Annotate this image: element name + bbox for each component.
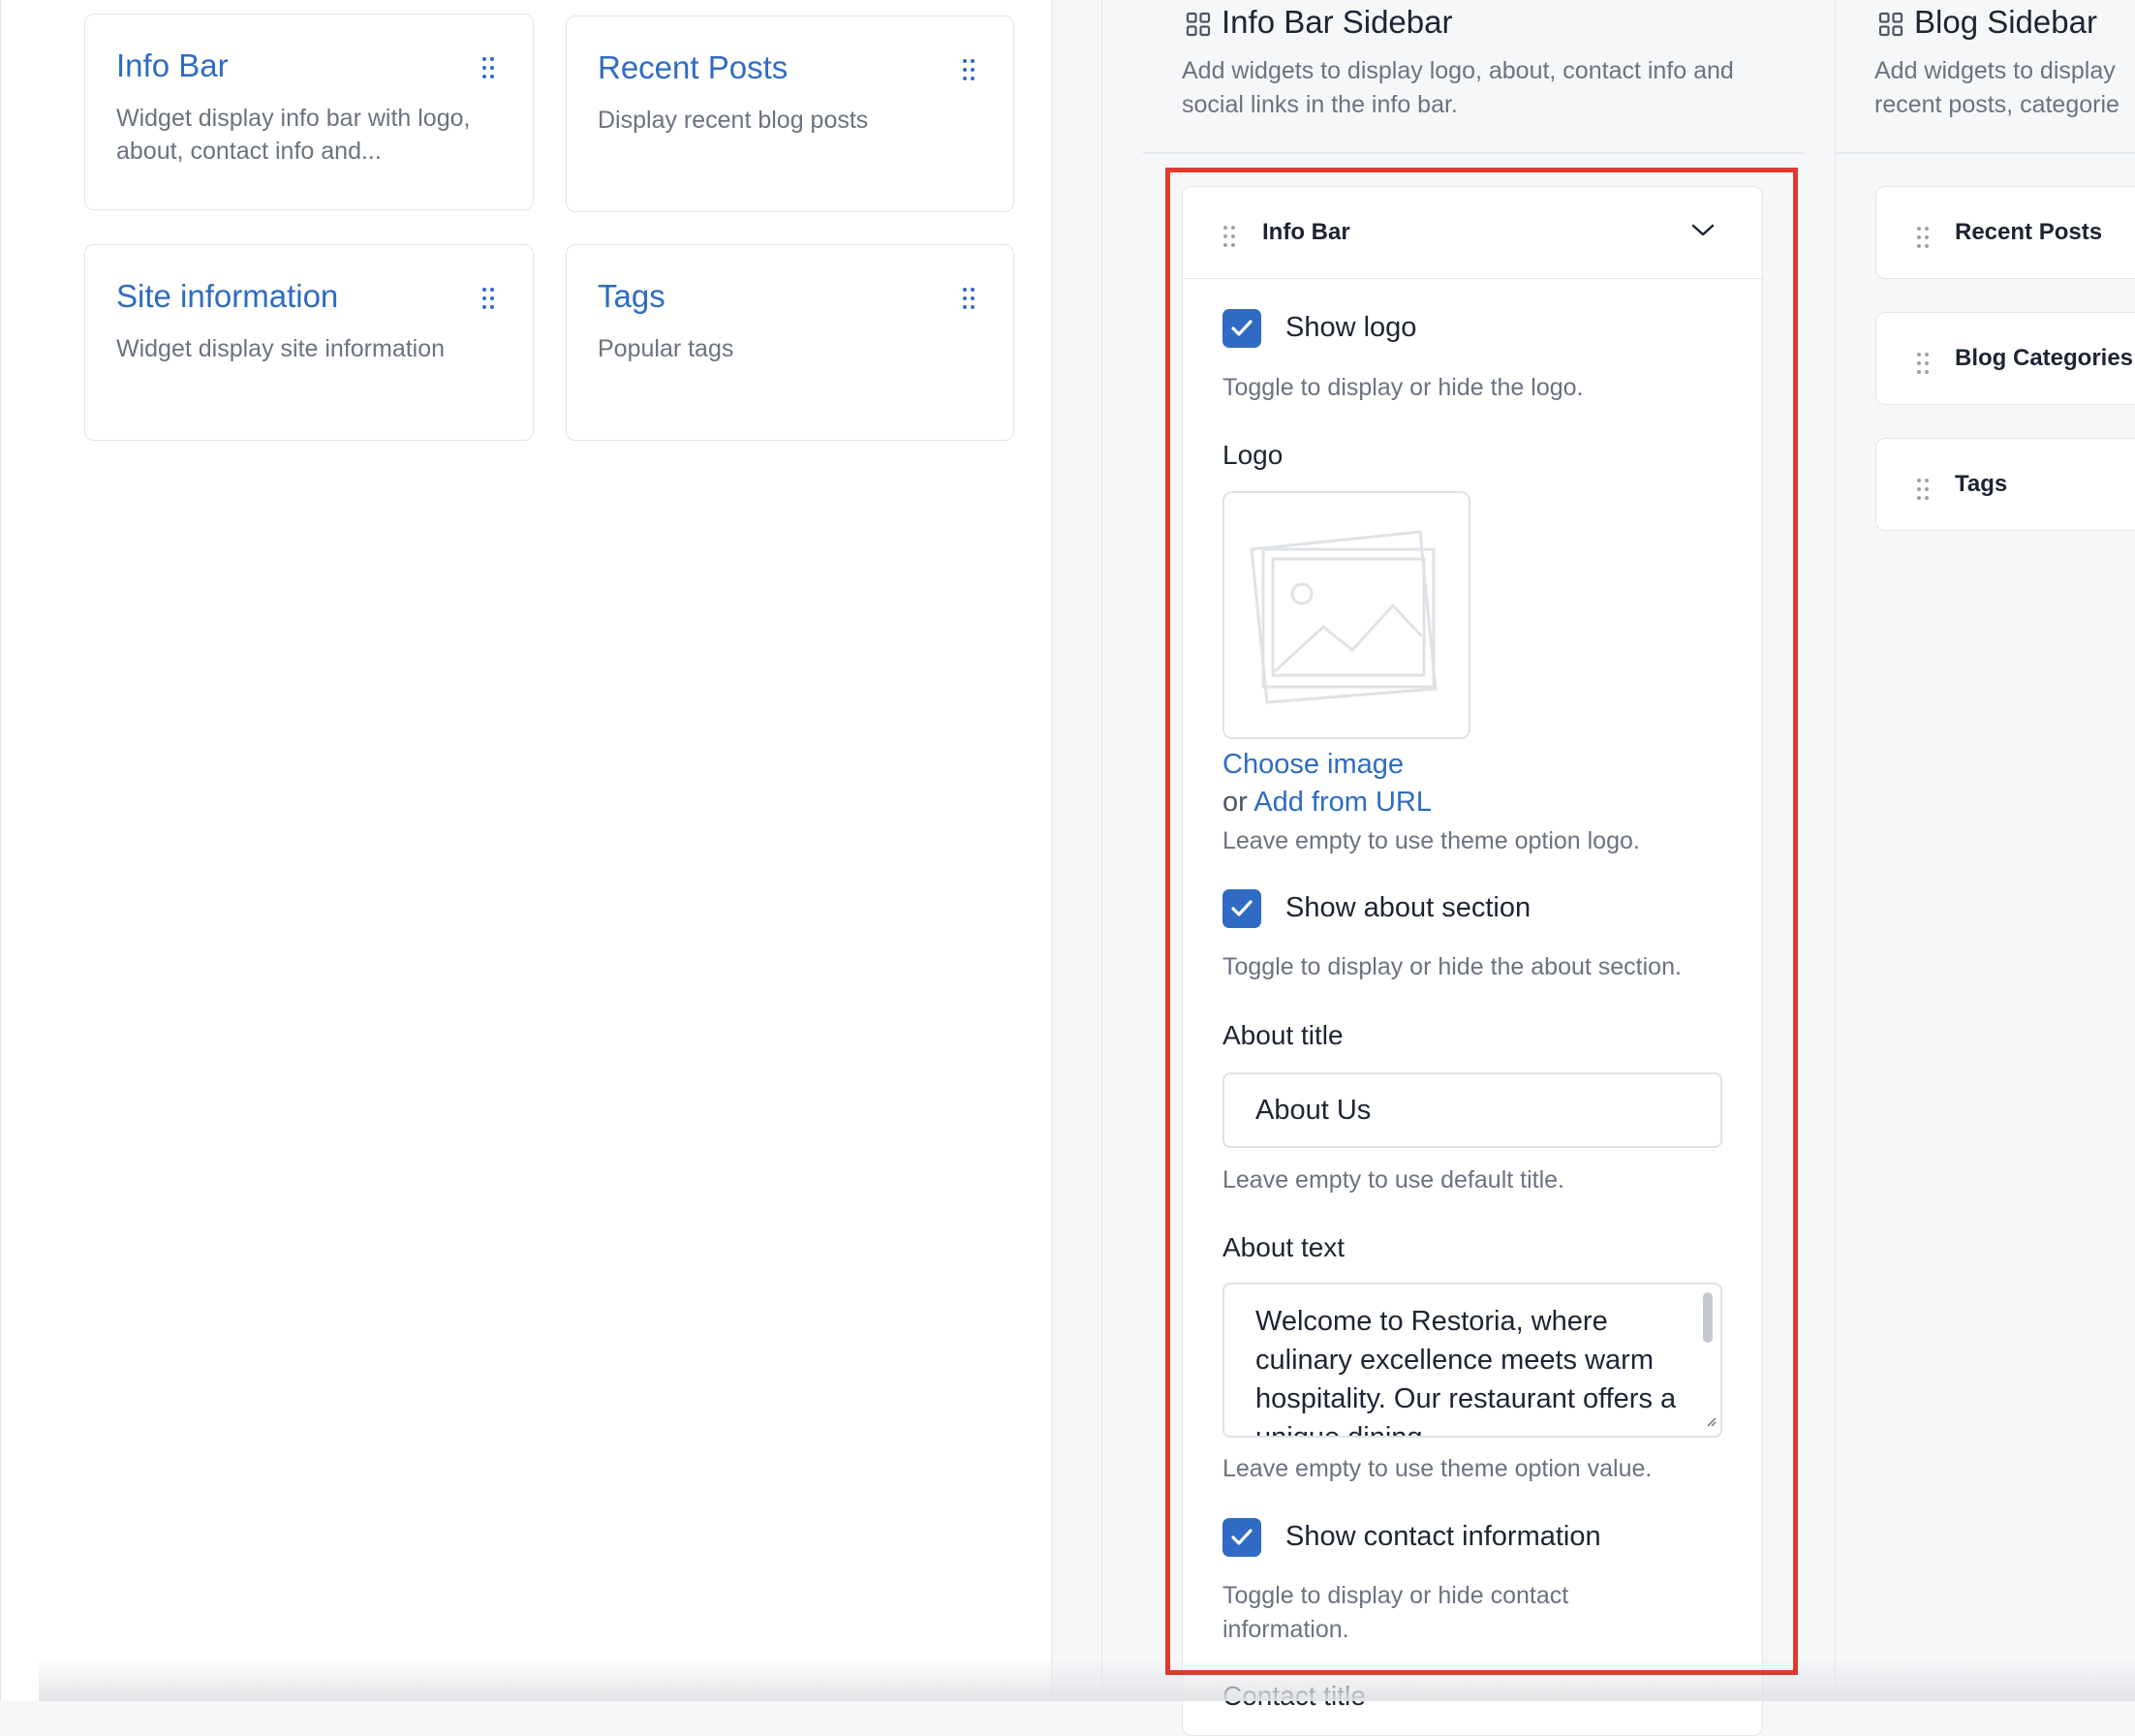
sidebar-title: Info Bar Sidebar (1222, 4, 1453, 40)
resize-handle-icon[interactable] (1705, 1414, 1717, 1432)
bottom-shadow (39, 1658, 2135, 1701)
or-text: or (1222, 787, 1248, 818)
about-text-value: Welcome to Restoria, where culinary exce… (1255, 1306, 1677, 1438)
about-title-label: About title (1222, 1020, 1344, 1050)
chevron-down-icon[interactable] (1691, 224, 1715, 242)
show-logo-checkbox[interactable] (1222, 309, 1261, 348)
show-contact-hint: Toggle to display or hide contact inform… (1222, 1582, 1569, 1643)
widget-card-description: Display recent blog posts (598, 107, 869, 134)
about-title-hint: Leave empty to use default title. (1222, 1166, 1564, 1194)
blog-widget-tags[interactable]: Tags (1875, 438, 2135, 531)
blog-widget-recent-posts[interactable]: Recent Posts (1875, 186, 2135, 279)
available-widgets-panel: Info Bar Widget display info bar with lo… (0, 0, 1052, 1701)
widget-card-description: Widget display info bar with logo, about… (116, 105, 471, 165)
show-about-checkbox[interactable] (1222, 889, 1261, 928)
drag-handle-icon[interactable] (963, 59, 975, 80)
about-text-hint: Leave empty to use theme option value. (1222, 1455, 1653, 1482)
widget-area-icon (1186, 12, 1211, 42)
widget-card-info-bar[interactable]: Info Bar Widget display info bar with lo… (84, 14, 534, 210)
sidebar-description: Add widgets to display logo, about, cont… (1182, 57, 1734, 118)
widget-card-title: Recent Posts (598, 49, 789, 85)
logo-label: Logo (1222, 440, 1284, 470)
blog-widget-title: Tags (1955, 471, 2008, 497)
divider (1143, 152, 1804, 154)
show-contact-checkbox[interactable] (1222, 1518, 1261, 1557)
drag-handle-icon[interactable] (1917, 227, 1929, 248)
logo-hint: Leave empty to use theme option logo. (1222, 827, 1640, 854)
drag-handle-icon[interactable] (482, 288, 494, 309)
about-title-input[interactable]: About Us (1222, 1072, 1722, 1148)
logo-image-preview[interactable] (1222, 491, 1470, 739)
widget-card-title: Info Bar (116, 47, 229, 83)
widget-panel-title: Info Bar (1262, 219, 1350, 245)
show-logo-label[interactable]: Show logo (1285, 312, 1416, 344)
widget-card-tags[interactable]: Tags Popular tags (566, 244, 1014, 441)
blog-widget-title: Blog Categories (1955, 345, 2134, 371)
drag-handle-icon[interactable] (1917, 353, 1929, 374)
sidebar-title: Blog Sidebar (1914, 4, 2097, 40)
choose-image-link[interactable]: Choose image (1222, 749, 1404, 781)
checkmark-icon (1231, 1529, 1253, 1545)
widget-card-title: Tags (598, 278, 665, 314)
checkmark-icon (1231, 900, 1253, 916)
blog-widget-blog-categories[interactable]: Blog Categories (1875, 312, 2135, 405)
about-text-textarea[interactable]: Welcome to Restoria, where culinary exce… (1222, 1283, 1722, 1438)
drag-handle-icon[interactable] (1917, 479, 1929, 500)
divider (1836, 152, 2135, 154)
show-about-hint: Toggle to display or hide the about sect… (1222, 953, 1682, 980)
widget-card-recent-posts[interactable]: Recent Posts Display recent blog posts (566, 16, 1014, 212)
widget-panel-header[interactable]: Info Bar (1183, 187, 1762, 279)
widget-card-description: Widget display site information (116, 335, 446, 362)
add-from-url-link[interactable]: Add from URL (1253, 787, 1432, 818)
blog-widget-title: Recent Posts (1955, 219, 2103, 245)
drag-handle-icon[interactable] (1223, 226, 1235, 247)
textarea-scrollbar[interactable] (1703, 1292, 1713, 1343)
widget-area-icon (1878, 12, 1903, 42)
about-text-label: About text (1222, 1232, 1346, 1262)
about-title-value: About Us (1255, 1095, 1372, 1126)
show-about-label[interactable]: Show about section (1285, 892, 1531, 924)
add-from-url-line: or Add from URL (1222, 787, 1432, 819)
widget-card-site-information[interactable]: Site information Widget display site inf… (84, 244, 534, 441)
checkmark-icon (1231, 320, 1253, 336)
drag-handle-icon[interactable] (963, 288, 975, 309)
drag-handle-icon[interactable] (482, 57, 494, 78)
widget-card-title: Site information (116, 278, 339, 314)
show-contact-label[interactable]: Show contact information (1285, 1521, 1601, 1553)
show-logo-hint: Toggle to display or hide the logo. (1222, 374, 1584, 401)
sidebar-description: Add widgets to display recent posts, cat… (1874, 57, 2120, 118)
widget-card-description: Popular tags (598, 335, 734, 362)
image-placeholder-icon (1250, 530, 1438, 704)
